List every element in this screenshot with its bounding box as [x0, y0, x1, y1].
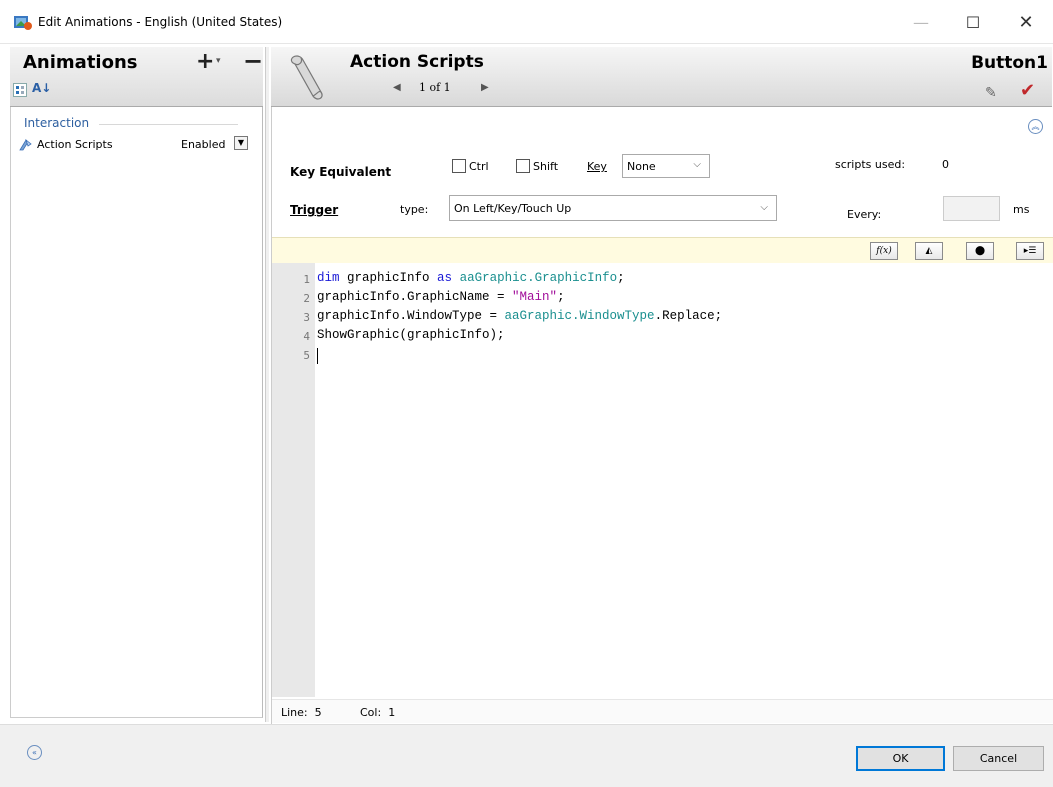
code-line: dim graphicInfo as aaGraphic.GraphicInfo… [317, 271, 625, 285]
code-line: graphicInfo.GraphicName = "Main"; [317, 290, 565, 304]
script-toolbar: f(x) ◭ ⬤ ▸☰ [272, 237, 1053, 263]
add-animation-button[interactable]: + [196, 49, 214, 74]
previous-script-button[interactable]: ◀ [393, 82, 401, 93]
section-interaction: Interaction [24, 116, 90, 130]
code-token: aaGraphic.WindowType [504, 309, 655, 323]
animations-title: Animations [23, 52, 138, 73]
ctrl-label: Ctrl [469, 160, 489, 173]
text-caret [317, 348, 318, 364]
script-editor[interactable]: 1 2 3 4 5 dim graphicInfo as aaGraphic.Graph… [272, 263, 1053, 697]
shift-label: Shift [533, 160, 559, 173]
animations-header: Animations + ▾ − A↓ [10, 47, 263, 107]
add-dropdown-icon[interactable]: ▾ [216, 56, 221, 66]
line-number-gutter: 1 2 3 4 5 [272, 263, 315, 697]
eraser-icon[interactable]: ✎ [985, 85, 997, 101]
every-label: Every: [847, 208, 882, 221]
trigger-type-value: On Left/Key/Touch Up [454, 202, 572, 215]
key-equivalent-label: Key Equivalent [290, 165, 392, 179]
animation-item-action-scripts[interactable]: Action Scripts Enabled ▼ [11, 135, 263, 155]
code-token: dim [317, 271, 340, 285]
page-title: Action Scripts [350, 52, 484, 72]
code-line: ShowGraphic(graphicInfo); [317, 328, 505, 342]
key-label: Key [587, 160, 607, 173]
page-indicator: 1 of 1 [419, 81, 451, 94]
col-label: Col: [360, 706, 382, 719]
code-token: ; [617, 271, 625, 285]
validate-check-icon[interactable]: ✔ [1020, 80, 1035, 101]
ctrl-checkbox[interactable] [452, 159, 466, 173]
line-value: 5 [314, 706, 322, 719]
trigger-type-label: type: [400, 203, 429, 216]
code-token: graphicInfo [339, 271, 438, 285]
remove-animation-button[interactable]: − [243, 47, 263, 75]
code-token: graphicInfo.WindowType = [317, 309, 505, 323]
col-value: 1 [388, 706, 396, 719]
window-title: Edit Animations - English (United States… [38, 15, 283, 29]
chevron-down-icon: ⌵ [760, 202, 768, 213]
animation-state-dropdown[interactable]: ▼ [234, 136, 248, 150]
section-divider [99, 124, 238, 125]
app-icon [14, 16, 32, 30]
line-number: 5 [303, 349, 310, 362]
line-number: 4 [303, 330, 310, 343]
display-list-button[interactable]: ▸☰ [1016, 242, 1044, 260]
line-indicator: Line: 5 [281, 706, 322, 719]
line-number: 3 [303, 311, 310, 324]
collapse-up-icon[interactable]: ︽ [1028, 119, 1043, 134]
scripts-used-value: 0 [942, 158, 949, 171]
dialog-footer: « OK Cancel [0, 724, 1053, 787]
minimize-button[interactable]: — [898, 7, 944, 37]
key-select[interactable]: None ⌵ [622, 154, 710, 178]
chevron-down-icon: ⌵ [693, 159, 701, 170]
animation-item-label: Action Scripts [37, 138, 113, 151]
action-script-icon [19, 138, 32, 151]
code-token: graphicInfo.GraphicName = [317, 290, 513, 304]
animations-list: Interaction Action Scripts Enabled ▼ [10, 107, 263, 718]
trigger-type-select[interactable]: On Left/Key/Touch Up ⌵ [449, 195, 777, 221]
script-function-browser-button[interactable]: f(x) [870, 242, 898, 260]
action-scripts-header: Action Scripts ◀ 1 of 1 ▶ Button1 ✎ ✔ [271, 47, 1052, 107]
categorized-view-icon[interactable] [13, 83, 27, 97]
key-select-value: None [627, 160, 656, 173]
scroll-icon [290, 55, 323, 100]
shift-checkbox[interactable] [516, 159, 530, 173]
trigger-label: Trigger [290, 203, 339, 217]
code-token: "Main" [512, 290, 558, 304]
status-bar: Line: 5 Col: 1 [272, 699, 1053, 723]
attribute-browser-button[interactable]: ⬤ [966, 242, 994, 260]
expand-left-icon[interactable]: « [27, 745, 42, 760]
code-token: .Replace; [654, 309, 723, 323]
line-number: 1 [303, 273, 310, 286]
line-label: Line: [281, 706, 308, 719]
scripts-used-label: scripts used: [835, 158, 906, 171]
cancel-button[interactable]: Cancel [953, 746, 1044, 771]
ms-label: ms [1013, 203, 1030, 216]
close-button[interactable]: ✕ [1003, 7, 1049, 37]
next-script-button[interactable]: ▶ [481, 82, 489, 93]
display-graphic-button[interactable]: ◭ [915, 242, 943, 260]
title-bar: Edit Animations - English (United States… [0, 0, 1053, 44]
object-name: Button1 [971, 53, 1048, 73]
code-token: ShowGraphic(graphicInfo); [317, 328, 505, 342]
animation-item-state: Enabled [181, 138, 226, 151]
action-scripts-body: ︽ Key Equivalent Ctrl Shift Key None ⌵ s… [271, 107, 1053, 724]
col-indicator: Col: 1 [360, 706, 395, 719]
code-token: ; [557, 290, 565, 304]
code-token: as [437, 271, 453, 285]
line-number: 2 [303, 292, 310, 305]
sort-alphabetical-icon[interactable]: A↓ [32, 81, 51, 95]
maximize-button[interactable]: ☐ [950, 7, 996, 37]
every-input[interactable] [943, 196, 1000, 221]
code-line: graphicInfo.WindowType = aaGraphic.Windo… [317, 309, 722, 323]
panel-splitter[interactable] [265, 47, 269, 722]
code-token: aaGraphic.GraphicInfo [459, 271, 618, 285]
ok-button[interactable]: OK [856, 746, 945, 771]
